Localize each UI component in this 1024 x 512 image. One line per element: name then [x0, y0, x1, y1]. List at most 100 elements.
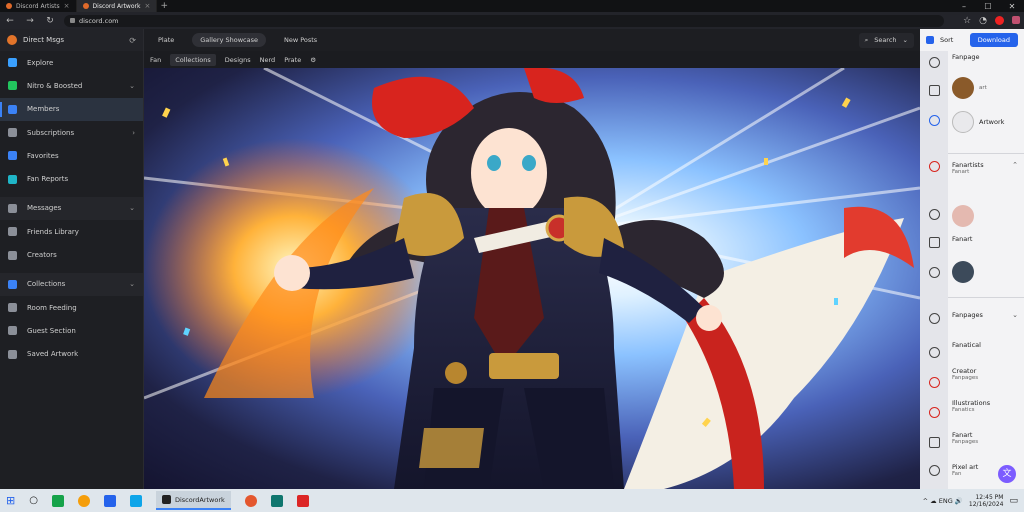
list-item[interactable]: Illustrations Fanatics: [952, 399, 990, 413]
settings-gear-icon[interactable]: ⚙: [310, 56, 316, 64]
tab-gallery-showcase[interactable]: Gallery Showcase: [192, 33, 266, 47]
list-item[interactable]: [952, 205, 974, 227]
maximize-button[interactable]: ☐: [976, 2, 1000, 11]
sidebar-item-fan-reports[interactable]: Fan Reports: [0, 167, 143, 190]
anime-warrior-illustration: [144, 68, 920, 489]
download-button[interactable]: Download: [969, 33, 1018, 47]
tab-plate[interactable]: Plate: [150, 33, 182, 47]
filter-collections[interactable]: Collections: [170, 53, 216, 66]
list-item[interactable]: Fanart Fanpages: [952, 431, 978, 445]
list-item[interactable]: Fanatical: [952, 341, 981, 349]
artwork-image[interactable]: [144, 68, 920, 489]
list-item[interactable]: Pixel art Fan: [952, 463, 978, 477]
sidebar-item-creators[interactable]: Creators: [0, 243, 143, 266]
search-dropdown[interactable]: ⌕ Search ⌄: [858, 32, 914, 48]
forward-button[interactable]: →: [24, 16, 36, 26]
chat-icon[interactable]: [929, 347, 940, 358]
extension-red-icon[interactable]: [995, 15, 1004, 25]
filter-nerd[interactable]: Nerd: [260, 56, 276, 64]
refresh-cycle-icon[interactable]: [929, 209, 940, 220]
profile-icon[interactable]: ◔: [979, 16, 987, 26]
search-icon[interactable]: ○: [29, 495, 38, 506]
url-field[interactable]: discord.com: [64, 14, 944, 27]
sidebar-item-friends-library[interactable]: Friends Library: [0, 220, 143, 243]
flame-icon[interactable]: [929, 377, 940, 388]
right-rail: [920, 51, 948, 489]
sidebar-item-label: Nitro & Boosted: [27, 81, 83, 90]
clock[interactable]: 12:45 PM 12/16/2024: [969, 494, 1004, 508]
filter-designs[interactable]: Designs: [225, 56, 251, 64]
shield-icon[interactable]: [929, 313, 940, 324]
minimize-button[interactable]: –: [952, 2, 976, 11]
start-windows-icon[interactable]: ⊞: [6, 494, 15, 507]
app-teal-icon[interactable]: [270, 494, 283, 507]
discover-icon[interactable]: [929, 57, 940, 68]
app-red-icon[interactable]: [296, 494, 309, 507]
browser-tab-active[interactable]: Discord Artwork ×: [76, 0, 158, 12]
browser-tab[interactable]: Discord Artists ×: [0, 0, 77, 12]
store-icon[interactable]: [103, 494, 116, 507]
system-tray[interactable]: ^ ☁ ENG 🔊 12:45 PM 12/16/2024 ▭: [923, 494, 1018, 508]
sidebar-item-label: Fan Reports: [27, 175, 69, 184]
pin-icon[interactable]: [929, 161, 940, 172]
sidebar-item-guest-section[interactable]: Guest Section: [0, 319, 143, 342]
tab-favicon-icon: [6, 3, 12, 9]
sidebar-header[interactable]: Direct Msgs ⟳: [0, 29, 143, 51]
translate-fab-button[interactable]: 文: [998, 465, 1016, 483]
notification-icon[interactable]: ▭: [1009, 496, 1018, 506]
close-window-button[interactable]: ✕: [1000, 2, 1024, 11]
list-item[interactable]: [952, 261, 974, 283]
calendar-icon[interactable]: [929, 237, 940, 248]
list-item[interactable]: art: [952, 77, 987, 99]
sidebar-item-collections[interactable]: Collections ⌄: [0, 272, 143, 296]
list-item[interactable]: Artwork: [952, 111, 1004, 133]
sidebar-item-members[interactable]: Members: [0, 97, 143, 121]
sidebar-item-favorites[interactable]: Favorites: [0, 144, 143, 167]
edge-icon[interactable]: [929, 115, 940, 126]
chevron-icon[interactable]: ⌄: [129, 204, 135, 212]
creators-icon: [8, 250, 17, 260]
chevron-down-icon[interactable]: ⌄: [1012, 311, 1018, 319]
taskbar-app-active[interactable]: DiscordArtwork: [155, 491, 231, 510]
chevron-icon[interactable]: ›: [132, 129, 135, 137]
list-item[interactable]: Creator Fanpages: [952, 367, 978, 381]
sort-label[interactable]: Sort: [940, 36, 953, 44]
tab-new-posts[interactable]: New Posts: [276, 33, 325, 47]
edge-icon[interactable]: [129, 494, 142, 507]
new-tab-button[interactable]: +: [157, 1, 171, 11]
bookmark-star-icon[interactable]: ☆: [963, 16, 971, 26]
list-item-label: Pixel art: [952, 463, 979, 471]
monitor-icon[interactable]: [929, 85, 940, 96]
extension-icon[interactable]: [1012, 15, 1020, 24]
reload-button[interactable]: ↻: [44, 16, 56, 26]
list-item[interactable]: Fanart: [952, 235, 972, 243]
list-item-label: Illustrations: [952, 399, 991, 407]
chevron-up-icon[interactable]: ⌃: [1012, 161, 1018, 169]
sidebar-item-explore[interactable]: Explore: [0, 51, 143, 74]
sidebar-item-room-feeding[interactable]: Room Feeding: [0, 296, 143, 319]
gallery-icon[interactable]: [929, 407, 940, 418]
filter-prate[interactable]: Prate: [284, 56, 301, 64]
close-tab-icon[interactable]: ×: [144, 2, 150, 10]
filter-fan[interactable]: Fan: [150, 56, 161, 64]
link-icon[interactable]: [929, 465, 940, 476]
sidebar-item-saved-artwork[interactable]: Saved Artwork: [0, 343, 143, 366]
app-green-icon[interactable]: [51, 494, 64, 507]
heart-icon[interactable]: [929, 267, 940, 278]
sidebar-item-label: Favorites: [27, 151, 59, 160]
firefox-icon[interactable]: [244, 494, 257, 507]
image-icon[interactable]: [929, 437, 940, 448]
sidebar-item-nitro-boosted[interactable]: Nitro & Boosted ⌄: [0, 74, 143, 97]
back-button[interactable]: ←: [4, 16, 16, 26]
list-item-label: Fanatical: [952, 341, 981, 349]
chevron-icon[interactable]: ⌄: [129, 280, 135, 288]
list-item[interactable]: Fanpages: [952, 311, 983, 319]
sidebar-item-messages[interactable]: Messages ⌄: [0, 196, 143, 221]
list-item[interactable]: Fanartists Fanart: [952, 161, 984, 175]
chrome-icon[interactable]: [77, 494, 90, 507]
chevron-icon[interactable]: ⌄: [129, 82, 135, 90]
refresh-icon[interactable]: ⟳: [129, 36, 136, 45]
close-tab-icon[interactable]: ×: [64, 2, 70, 10]
sidebar-item-subscriptions[interactable]: Subscriptions ›: [0, 121, 143, 144]
list-item[interactable]: Fanpage: [952, 53, 979, 61]
